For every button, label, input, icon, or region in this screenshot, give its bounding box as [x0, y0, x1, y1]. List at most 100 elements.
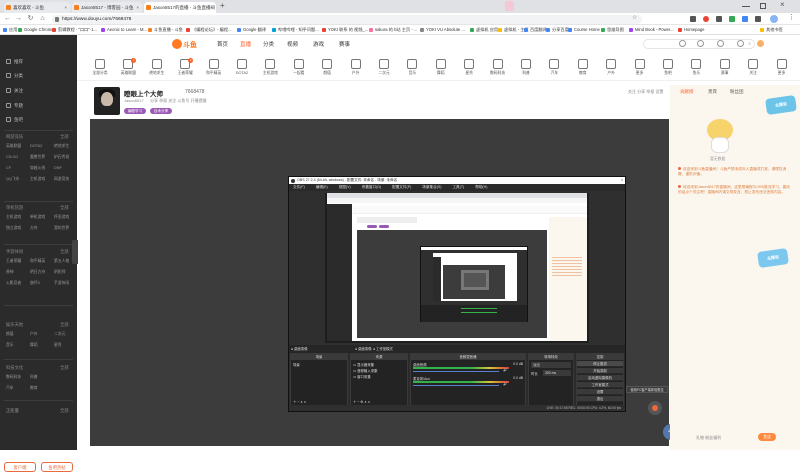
obs-menu-item[interactable]: 停靠窗口(D): [362, 185, 381, 189]
sidebar-game-link[interactable]: 汽车: [6, 386, 14, 391]
sidebar-game-link[interactable]: 颜值: [6, 332, 14, 337]
back-icon[interactable]: ←: [3, 14, 12, 23]
category-item[interactable]: 主机游戏: [259, 59, 281, 76]
bookmark-item[interactable]: Course Home: [568, 25, 600, 35]
obs-menu-item[interactable]: 视图(V): [339, 185, 351, 189]
sidebar-game-link[interactable]: 原神: [6, 270, 14, 275]
sidebar-section-more-link[interactable]: 全部: [60, 365, 69, 371]
close-icon[interactable]: ×: [136, 2, 139, 13]
forward-icon[interactable]: →: [14, 14, 23, 23]
extension-icon-5[interactable]: [742, 16, 748, 22]
obs-menu-item[interactable]: 场景集合(S): [422, 185, 441, 189]
close-icon[interactable]: ×: [64, 2, 67, 13]
stop-stream-button[interactable]: 停止推流: [577, 361, 623, 367]
source-item[interactable]: ▭ 显示器采集: [353, 362, 374, 367]
category-item[interactable]: 英雄联盟 1: [117, 58, 139, 76]
category-item[interactable]: DOTA2: [231, 59, 253, 75]
obs-studio-mode-toggle[interactable]: ● 工作室模式: [373, 346, 393, 352]
menu-kebab-icon[interactable]: ⋮: [788, 13, 795, 21]
category-item[interactable]: 汽车: [543, 59, 565, 76]
sidebar-game-link[interactable]: 二次元: [54, 332, 65, 337]
fishbar-hot-button[interactable]: 鱼吧热帖: [41, 462, 73, 472]
category-item[interactable]: 和平精英: [203, 59, 225, 76]
nav-home[interactable]: 首页: [217, 40, 228, 48]
category-item[interactable]: 更多: [771, 59, 793, 76]
sidebar-collapse-handle[interactable]: [72, 240, 78, 264]
category-item[interactable]: 户外: [345, 59, 367, 76]
obs-menu-item[interactable]: 帮助(H): [475, 185, 487, 189]
speaker-icon[interactable]: 🔊: [503, 382, 507, 386]
sidebar-section-more-link[interactable]: 全部: [60, 408, 69, 414]
browser-tab-3[interactable]: Jason8517的直播 - 斗鱼直播间 ×: [144, 2, 216, 13]
sidebar-game-link[interactable]: 数码科技: [6, 375, 21, 380]
sidebar-game-link[interactable]: CF: [6, 166, 11, 170]
home-icon[interactable]: ⌂: [38, 14, 47, 23]
sidebar-game-link[interactable]: 科普: [30, 375, 38, 380]
bookmark-item[interactable]: 其他书签: [760, 25, 783, 35]
window-minimize-icon[interactable]: [742, 6, 750, 7]
studio-mode-button[interactable]: 工作室模式: [577, 382, 623, 388]
sidebar-game-link[interactable]: 星秀: [54, 343, 62, 348]
bookmark-item[interactable]: 《编程论坛》- 编程...: [186, 25, 232, 35]
category-item[interactable]: 鱼乐: [685, 59, 707, 76]
extension-icon-2[interactable]: [703, 16, 709, 22]
category-item[interactable]: 鱼吧: [657, 59, 679, 76]
streamer-subline[interactable]: Jason8517: [124, 98, 144, 103]
sidebar-item-recommend[interactable]: 推荐: [6, 58, 23, 65]
nav-match[interactable]: 赛事: [339, 40, 350, 48]
follow-icon[interactable]: [697, 40, 704, 47]
douyu-logo[interactable]: 斗鱼: [172, 38, 200, 50]
extension-icon-6[interactable]: [755, 16, 761, 22]
sidebar-section-more-link[interactable]: 全部: [60, 322, 69, 328]
url-field[interactable]: https://www.douyu.com/7668478: [52, 14, 642, 24]
user-avatar-icon[interactable]: [757, 40, 764, 47]
sidebar-game-link[interactable]: 第五人格: [54, 259, 69, 264]
bookmark-item[interactable]: Mind Book - Power...: [629, 25, 674, 35]
room-tag[interactable]: 编程学习: [124, 108, 146, 114]
browser-tab-2[interactable]: Jason8517 - 博客园 - 斗鱼 ×: [72, 2, 142, 13]
sidebar-game-link[interactable]: 王者荣耀: [6, 259, 21, 264]
source-item[interactable]: ▭ 音频输入采集: [353, 368, 378, 373]
sidebar-game-link[interactable]: 户外: [30, 332, 38, 337]
streamer-actions[interactable]: 分享 举报 关注 斗鱼号 开播提醒: [150, 98, 206, 104]
tab-fans[interactable]: 粉丝团: [730, 89, 744, 95]
extension-icon-4[interactable]: [729, 16, 735, 22]
nav-category[interactable]: 分类: [263, 40, 274, 48]
browser-tab-1[interactable]: 喜欢喜欢 - 斗鱼 ×: [4, 2, 70, 13]
category-item[interactable]: 数码科技: [487, 59, 509, 76]
sidebar-game-link[interactable]: 火影忍者: [6, 281, 21, 286]
dock-toolbar[interactable]: ＋ − ∧ ∨: [293, 399, 306, 404]
sidebar-game-link[interactable]: 英雄联盟: [6, 144, 21, 149]
duration-field[interactable]: 300 ms: [543, 370, 571, 376]
bookmark-item[interactable]: 斗鱼直播 - 斗鱼: [148, 25, 183, 35]
category-item[interactable]: 星秀: [458, 59, 480, 76]
speaker-icon[interactable]: 🔊: [503, 368, 507, 372]
source-item[interactable]: ▭ 窗口采集: [353, 374, 371, 379]
room-right-actions[interactable]: 关注 分享 举报 设置: [628, 89, 663, 95]
sidebar-game-link[interactable]: 我的世界: [54, 226, 69, 231]
extension-icon-1[interactable]: [690, 16, 696, 22]
search-icon[interactable]: ⌕: [748, 41, 751, 47]
bookmark-item[interactable]: 剪辑教程 - "口口"·1...: [52, 25, 97, 35]
obs-menu-item[interactable]: 文件(F): [293, 185, 305, 189]
sidebar-game-link[interactable]: 明日方舟: [30, 270, 45, 275]
sidebar-game-link[interactable]: DNF: [54, 166, 62, 170]
category-item[interactable]: 教育: [572, 59, 594, 76]
sidebar-item-topic[interactable]: 专题: [6, 102, 23, 109]
window-maximize-icon[interactable]: [760, 3, 766, 9]
message-icon[interactable]: [717, 40, 724, 47]
reload-icon[interactable]: ↻: [26, 14, 35, 23]
exit-button[interactable]: 退出: [577, 396, 623, 402]
new-tab-icon[interactable]: +: [220, 1, 225, 10]
extension-icon-3[interactable]: [716, 16, 722, 22]
nav-game[interactable]: 游戏: [313, 40, 324, 48]
sidebar-item-category[interactable]: 分类: [6, 72, 23, 79]
start-recording-button[interactable]: 开始录制: [577, 368, 623, 374]
bookmark-item[interactable]: Google Chrome: [18, 25, 54, 35]
sidebar-game-link[interactable]: 和平精英: [30, 259, 45, 264]
download-icon[interactable]: [737, 40, 744, 47]
category-item[interactable]: 颜值: [316, 59, 338, 76]
sidebar-game-link[interactable]: DOTA2: [30, 144, 42, 148]
sidebar-game-link[interactable]: 绝地求生: [54, 144, 69, 149]
record-float-button[interactable]: [648, 401, 662, 415]
